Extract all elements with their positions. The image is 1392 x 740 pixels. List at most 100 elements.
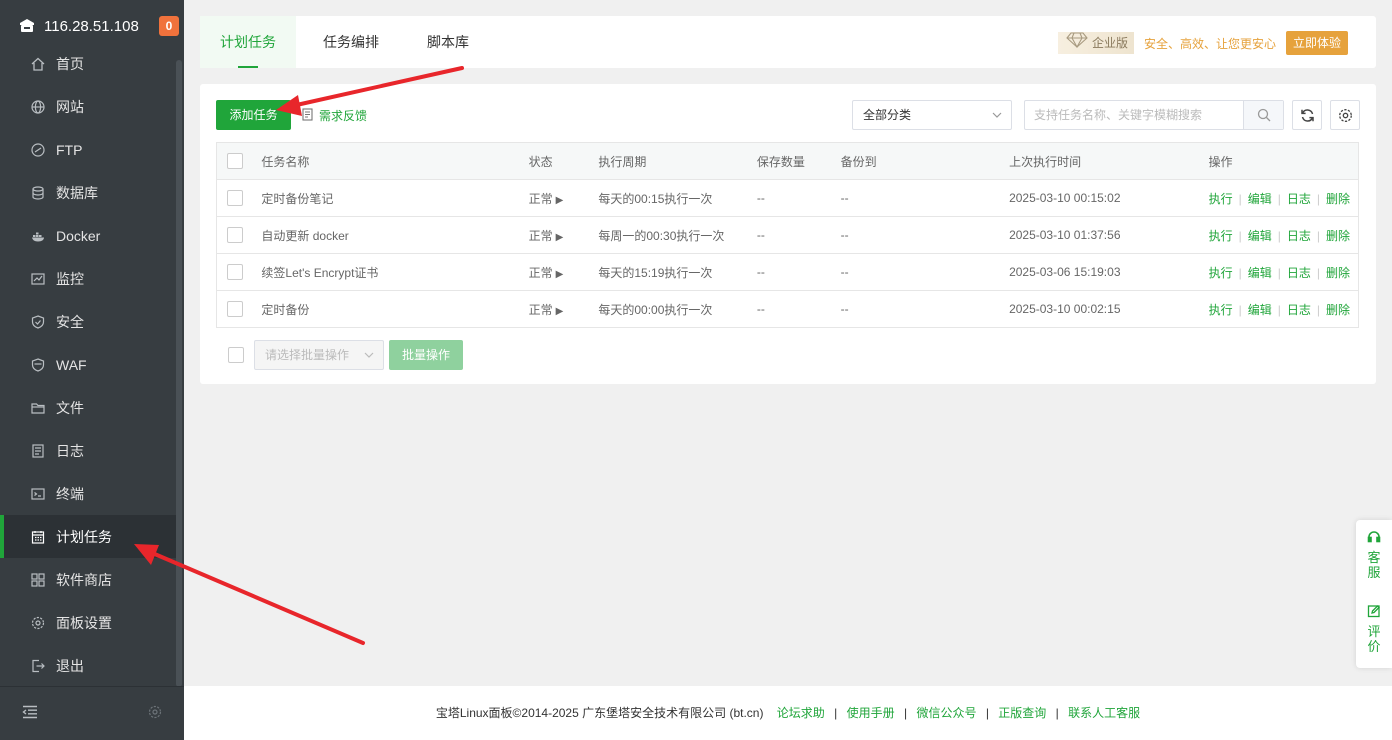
category-select[interactable]: 全部分类 [852, 100, 1012, 130]
row-checkbox[interactable] [227, 190, 243, 206]
col-header-name: 任务名称 [261, 142, 529, 180]
category-select-value: 全部分类 [863, 108, 912, 122]
batch-select-all-checkbox[interactable] [228, 347, 244, 363]
sidebar-menu: 首页 网站 FTP 数据库 Docker 监控 安全 WAF 文件 日志 终端 … [0, 42, 176, 687]
task-name[interactable]: 自动更新 docker [261, 216, 529, 254]
play-icon: ▶ [555, 231, 564, 243]
apps-icon [30, 572, 46, 588]
refresh-icon[interactable] [1292, 100, 1322, 130]
notice-count-badge[interactable]: 0 [159, 16, 179, 36]
row-checkbox[interactable] [227, 264, 243, 280]
tab-script-library[interactable]: 脚本库 [407, 16, 489, 68]
sidebar-item-logs[interactable]: 日志 [0, 429, 176, 472]
sidebar-item-cron[interactable]: 计划任务 [0, 515, 176, 558]
batch-action-select[interactable]: 请选择批量操作 [254, 340, 384, 370]
run-link[interactable]: 执行 [1209, 266, 1233, 280]
sidebar-item-files[interactable]: 文件 [0, 386, 176, 429]
sidebar-item-waf[interactable]: WAF [0, 343, 176, 386]
delete-link[interactable]: 删除 [1326, 303, 1350, 317]
log-link[interactable]: 日志 [1287, 192, 1311, 206]
chevron-down-icon [363, 341, 375, 379]
task-status[interactable]: 正常 ▶ [528, 216, 599, 254]
sidebar-item-database[interactable]: 数据库 [0, 171, 176, 214]
sidebar-item-ftp[interactable]: FTP [0, 128, 176, 171]
search-icon[interactable] [1243, 101, 1283, 129]
task-status[interactable]: 正常 ▶ [528, 253, 599, 291]
tab-task-orchestration[interactable]: 任务编排 [303, 16, 399, 68]
task-name[interactable]: 定时备份笔记 [261, 179, 529, 217]
row-checkbox[interactable] [227, 301, 243, 317]
delete-link[interactable]: 删除 [1326, 192, 1350, 206]
footer-copyright: 宝塔Linux面板©2014-2025 广东堡塔安全技术有限公司 (bt.cn) [435, 706, 764, 720]
sidebar-item-label: 文件 [56, 399, 84, 416]
select-all-checkbox[interactable] [227, 153, 243, 169]
footer-link-license-check[interactable]: 正版查询 [998, 706, 1046, 720]
ftp-icon [30, 142, 46, 158]
settings-icon [30, 615, 46, 631]
sidebar-item-docker[interactable]: Docker [0, 214, 176, 257]
add-task-button[interactable]: 添加任务 [216, 100, 291, 130]
footer-link-forum[interactable]: 论坛求助 [777, 706, 825, 720]
task-last-run: 2025-03-10 00:02:15 [1009, 290, 1209, 328]
batch-select-placeholder: 请选择批量操作 [265, 348, 350, 362]
edit-link[interactable]: 编辑 [1248, 192, 1272, 206]
sidebar-settings-icon[interactable] [148, 705, 162, 722]
edit-link[interactable]: 编辑 [1248, 229, 1272, 243]
log-link[interactable]: 日志 [1287, 266, 1311, 280]
sidebar-item-label: 首页 [56, 55, 84, 72]
task-backup-to: -- [840, 216, 1010, 254]
delete-link[interactable]: 删除 [1326, 266, 1350, 280]
task-cycle: 每天的00:00执行一次 [598, 290, 757, 328]
review-button[interactable]: 评价 [1356, 604, 1392, 654]
sidebar-item-terminal[interactable]: 终端 [0, 472, 176, 515]
table-settings-icon[interactable] [1330, 100, 1360, 130]
footer-link-wechat[interactable]: 微信公众号 [916, 706, 976, 720]
sidebar-item-security[interactable]: 安全 [0, 300, 176, 343]
status-text: 正常 [528, 228, 553, 243]
server-ip[interactable]: 116.28.51.108 [44, 18, 159, 35]
footer-link-support[interactable]: 联系人工客服 [1068, 706, 1140, 720]
footer-link-manual[interactable]: 使用手册 [847, 706, 895, 720]
customer-service-button[interactable]: 客服 [1356, 530, 1392, 580]
sidebar-item-panel-settings[interactable]: 面板设置 [0, 601, 176, 644]
sidebar-item-logout[interactable]: 退出 [0, 644, 176, 687]
task-cycle: 每天的00:15执行一次 [598, 179, 757, 217]
task-actions: 执行 | 编辑 | 日志 | 删除 [1208, 179, 1359, 217]
monitor-icon [30, 271, 46, 287]
run-link[interactable]: 执行 [1209, 229, 1233, 243]
enterprise-badge[interactable]: 企业版 [1057, 31, 1134, 54]
task-status[interactable]: 正常 ▶ [528, 179, 599, 217]
sidebar-item-monitor[interactable]: 监控 [0, 257, 176, 300]
sidebar-item-label: 数据库 [56, 184, 98, 201]
task-name[interactable]: 续签Let's Encrypt证书 [261, 253, 529, 291]
task-status[interactable]: 正常 ▶ [528, 290, 599, 328]
col-header-last-run: 上次执行时间 [1009, 142, 1209, 180]
promo-slogan: 安全、高效、让您更安心 [1143, 36, 1276, 51]
search-input[interactable] [1025, 101, 1243, 129]
tab-cron-tasks[interactable]: 计划任务 [200, 16, 296, 68]
task-backup-to: -- [840, 179, 1010, 217]
edit-link[interactable]: 编辑 [1248, 266, 1272, 280]
task-table: 任务名称 状态 执行周期 保存数量 备份到 上次执行时间 操作 定时备份笔记 正… [216, 142, 1359, 328]
run-link[interactable]: 执行 [1209, 192, 1233, 206]
task-backup-to: -- [840, 290, 1010, 328]
feedback-link[interactable]: 需求反馈 [302, 107, 367, 124]
sidebar-item-label: Docker [56, 227, 101, 244]
sidebar-item-home[interactable]: 首页 [0, 42, 176, 85]
sidebar-item-app-store[interactable]: 软件商店 [0, 558, 176, 601]
task-name[interactable]: 定时备份 [261, 290, 529, 328]
run-link[interactable]: 执行 [1209, 303, 1233, 317]
col-header-keep: 保存数量 [756, 142, 841, 180]
batch-action-button[interactable]: 批量操作 [389, 340, 463, 370]
log-link[interactable]: 日志 [1287, 229, 1311, 243]
sidebar-item-label: 计划任务 [56, 528, 112, 545]
sidebar-scrollbar[interactable] [176, 60, 182, 687]
delete-link[interactable]: 删除 [1326, 229, 1350, 243]
collapse-menu-icon[interactable] [22, 705, 38, 722]
sidebar-item-website[interactable]: 网站 [0, 85, 176, 128]
log-link[interactable]: 日志 [1287, 303, 1311, 317]
row-checkbox[interactable] [227, 227, 243, 243]
terminal-icon [30, 486, 46, 502]
try-now-button[interactable]: 立即体验 [1285, 31, 1348, 55]
edit-link[interactable]: 编辑 [1248, 303, 1272, 317]
